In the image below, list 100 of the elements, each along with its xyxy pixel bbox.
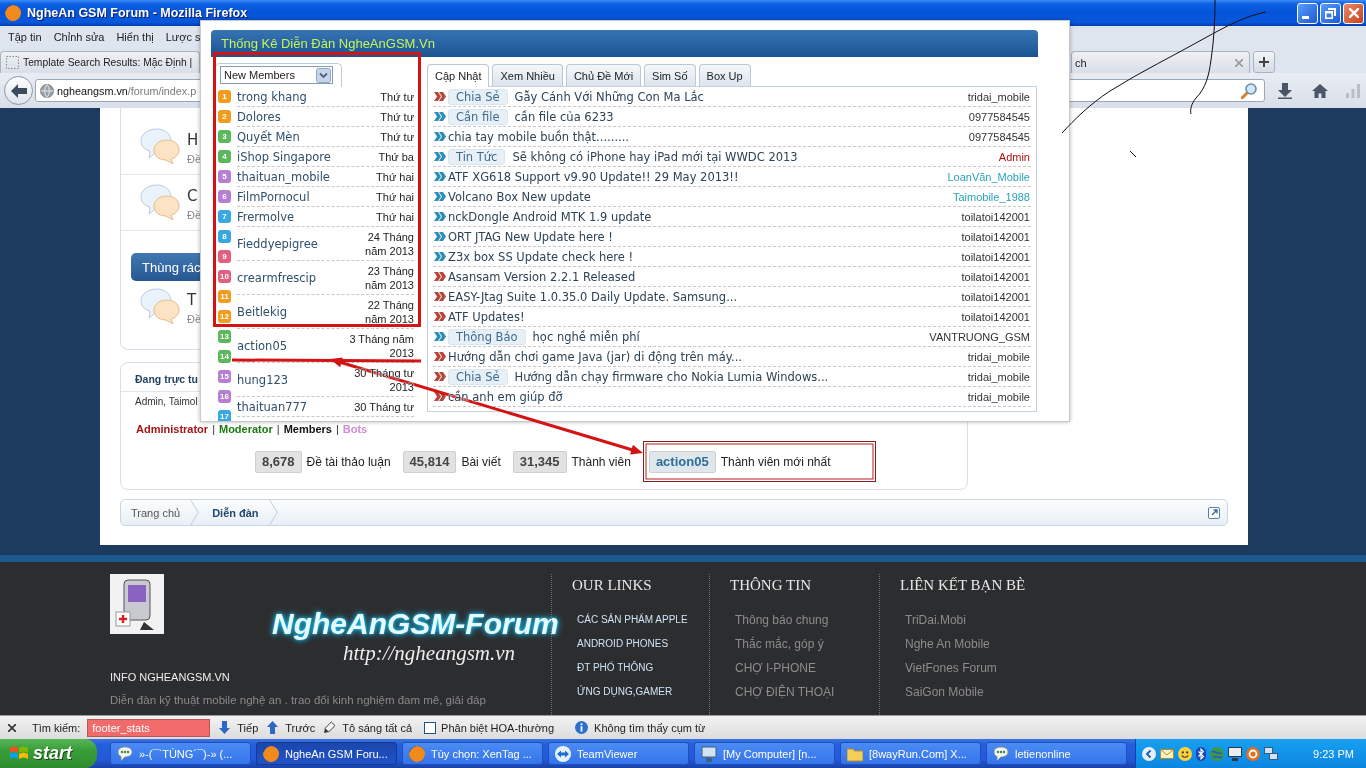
taskbar-button[interactable]: letienonline [986, 742, 1127, 765]
author-name[interactable]: toilatoi142001 [961, 310, 1031, 323]
newest-member-link[interactable]: action05 [648, 450, 716, 473]
thread-title[interactable]: Asansam Version 2.2.1 Released [448, 269, 636, 284]
checkbox[interactable] [424, 721, 437, 734]
footer-link[interactable]: CÁC SẢN PHẨM APPLE [577, 608, 688, 632]
member-name[interactable]: Fieddyepigree [237, 236, 318, 251]
breadcrumb-link[interactable]: Trang chủ [131, 506, 181, 519]
list-dropdown[interactable]: New Members [220, 66, 333, 84]
monitor-icon[interactable] [1228, 746, 1242, 761]
ring-icon[interactable] [1246, 746, 1260, 761]
close-button[interactable] [1343, 2, 1364, 24]
thread-title[interactable]: Volcano Box New update [448, 189, 591, 204]
prefix-tag[interactable]: Chia Sẻ [448, 368, 508, 385]
footer-link[interactable]: Thông báo chung [735, 608, 829, 632]
menu-item[interactable]: Chỉnh sửa [53, 30, 105, 43]
popup-tab[interactable]: Xem Nhiều [492, 64, 563, 86]
prefix-tag[interactable]: Chia Sẻ [448, 88, 508, 105]
author-name[interactable]: VANTRUONG_GSM [929, 330, 1031, 343]
breadcrumb-link[interactable]: Diễn đàn [212, 506, 259, 519]
author-name[interactable]: tridai_mobile [967, 90, 1031, 103]
minimize-button[interactable] [1297, 2, 1318, 24]
taskbar-button[interactable]: »-(¯`TÙNG´¯)-» (... [110, 742, 251, 765]
back-button[interactable] [4, 76, 33, 105]
screens-icon[interactable] [1264, 746, 1278, 761]
home-icon[interactable] [1312, 83, 1328, 98]
thread-title[interactable]: Hướng dẫn chạy firmware cho Nokia Lumia Windows... [514, 369, 829, 384]
taskbar-button[interactable]: [8wayRun.Com] X... [840, 742, 981, 765]
popup-tab[interactable]: Box Up [698, 64, 751, 86]
find-button[interactable]: Tiếp [219, 721, 259, 734]
thread-title[interactable]: Sẽ không có iPhone hay iPad mới tại WWDC 2013 [512, 149, 798, 164]
close-icon[interactable] [8, 723, 16, 732]
footer-link[interactable]: ĐT PHỔ THÔNG [577, 656, 654, 680]
author-name[interactable]: toilatoi142001 [961, 270, 1031, 283]
thread-title[interactable]: ORT JTAG New Update here ! [448, 229, 613, 244]
footer-link[interactable]: CHỢ ĐIỆN THOẠI [735, 680, 835, 704]
author-name[interactable]: tridai_mobile [967, 390, 1031, 403]
bluetooth-icon[interactable] [1196, 746, 1206, 761]
thread-title[interactable]: nckDongle Android MTK 1.9 update [448, 209, 652, 224]
forum-title[interactable]: C [187, 186, 198, 206]
taskbar-button[interactable]: Tùy chọn: XenTag ... [402, 742, 543, 765]
footer-link[interactable]: ANDROID PHONES [577, 632, 669, 656]
restore-button[interactable] [1320, 2, 1341, 24]
start-button[interactable]: start [0, 739, 97, 768]
forum-title[interactable]: T [187, 290, 197, 310]
menu-item[interactable]: Tập tin [8, 30, 42, 43]
thread-title[interactable]: Gẫy Cánh Với Những Con Ma Lắc [514, 89, 704, 104]
footer-link[interactable]: VietFones Forum [905, 656, 997, 680]
new-tab-button[interactable] [1253, 51, 1275, 73]
prefix-tag[interactable]: Tin Tức [448, 148, 506, 165]
member-name[interactable]: Beitlekig [237, 304, 288, 319]
thread-title[interactable]: Hướng dẫn chơi game Java (jar) di động trên máy... [448, 349, 742, 364]
popup-tab[interactable]: Chủ Đề Mới [565, 64, 642, 86]
prefix-tag[interactable]: Cần file [448, 108, 508, 125]
category-title[interactable]: Thùng rác [142, 259, 201, 275]
find-button[interactable]: Tô sáng tất cả [324, 721, 413, 734]
prefix-tag[interactable]: Thông Báo [448, 328, 526, 345]
caret-icon[interactable] [316, 67, 331, 83]
thread-title[interactable]: ATF Updates! [448, 309, 525, 324]
popup-tab[interactable]: Sim Số [644, 64, 696, 86]
download-icon[interactable] [1278, 82, 1292, 99]
smiley-icon[interactable] [1178, 746, 1192, 761]
member-name[interactable]: thaituan777 [237, 399, 308, 414]
taskbar-button[interactable]: [My Computer] [n... [694, 742, 835, 765]
footer-link[interactable]: CHỢ I-PHONE [735, 656, 816, 680]
author-name[interactable]: tridai_mobile [967, 350, 1031, 363]
member-name[interactable]: trong khang [237, 89, 307, 104]
browser-tab[interactable]: Template Search Results: Mặc Định | [0, 51, 200, 73]
member-name[interactable]: thaituan_mobile [237, 169, 330, 184]
envelope-icon[interactable] [1160, 746, 1174, 761]
member-name[interactable]: Frermolve [237, 209, 295, 224]
author-name[interactable]: Admin [998, 150, 1031, 163]
member-name[interactable]: Quyết Mèn [237, 129, 300, 144]
footer-link[interactable]: Thắc mắc, góp ý [735, 632, 824, 656]
thread-title[interactable]: học nghề miễn phí [532, 329, 640, 344]
thread-title[interactable]: Z3x box SS Update check here ! [448, 249, 634, 264]
member-name[interactable]: action05 [237, 338, 288, 353]
member-name[interactable]: FilmPornocul [237, 189, 310, 204]
author-name[interactable]: toilatoi142001 [961, 250, 1031, 263]
popup-tab[interactable]: Cập Nhật [427, 64, 490, 87]
thread-title[interactable]: chia tay mobile buồn thật......... [448, 129, 629, 144]
thread-title[interactable]: cần file của 6233 [514, 109, 614, 124]
match-case-option[interactable]: Phân biệt HOA-thường [424, 721, 555, 734]
menu-item[interactable]: Lược s [165, 30, 201, 43]
member-name[interactable]: hung123 [237, 372, 289, 387]
footer-link[interactable]: SaiGon Mobile [905, 680, 984, 704]
menu-item[interactable]: Hiển thị [116, 30, 154, 43]
author-name[interactable]: toilatoi142001 [961, 230, 1031, 243]
footer-link[interactable]: Nghe An Mobile [905, 632, 990, 656]
expand-icon[interactable] [1208, 506, 1220, 519]
thread-title[interactable]: EASY-Jtag Suite 1.0.35.0 Daily Update. Samsung... [448, 289, 738, 304]
author-name[interactable]: tridai_mobile [967, 370, 1031, 383]
browser-tab[interactable]: ch [1071, 51, 1250, 73]
forum-title[interactable]: H [187, 130, 199, 150]
taskbar-button[interactable]: TeamViewer [548, 742, 689, 765]
chevron-circle-icon[interactable] [1142, 746, 1156, 761]
taskbar-button[interactable]: NgheAn GSM Foru... [256, 742, 397, 765]
footer-link[interactable]: ỨNG DỤNG,GAMER [577, 680, 673, 704]
member-name[interactable]: iShop Singapore [237, 149, 331, 164]
member-name[interactable]: crearmfrescip [237, 270, 317, 285]
